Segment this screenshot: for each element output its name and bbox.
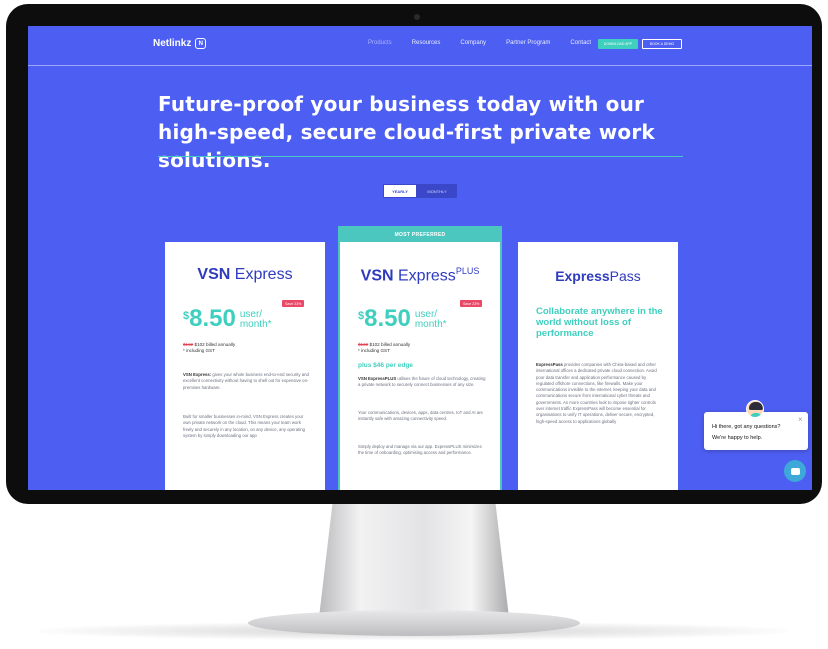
price-amount: 8.50 <box>189 305 236 332</box>
plan-card-vsn-express: VSN Express Save 23% $ 8.50 user/ month*… <box>165 242 325 490</box>
price-amount: 8.50 <box>364 305 411 332</box>
desc-bold: ExpressPass <box>536 362 563 367</box>
website-screen: Netlinkz N Products Resources Company Pa… <box>28 26 812 490</box>
monitor-bezel: Netlinkz N Products Resources Company Pa… <box>6 4 822 504</box>
close-icon[interactable]: × <box>798 415 803 424</box>
plan-title: VSN ExpressPLUS <box>340 266 500 285</box>
desc-bold: VSN ExpressPLUS <box>358 376 397 381</box>
plan-description-1: VSN Express: gives your whole business e… <box>183 372 311 391</box>
billing-info: $132 $102 billed annually * including GS… <box>358 342 410 354</box>
plan-description-2: Your communications, devices, apps, data… <box>358 410 483 422</box>
chat-message-line-1: Hi there, got any questions? <box>712 424 781 430</box>
logo-mark-icon: N <box>195 38 207 49</box>
nav-item-partner-program[interactable]: Partner Program <box>506 40 550 46</box>
nav-item-contact[interactable]: Contact <box>570 40 591 46</box>
plan-description-1: ExpressPass provides companies with Chin… <box>536 362 662 425</box>
gst-note: * including GST <box>183 348 215 353</box>
billing-info: $132 $102 billed annually * including GS… <box>183 342 235 354</box>
billed-annual: $102 billed annually <box>369 342 411 347</box>
plan-title-bold: VSN <box>197 266 231 283</box>
plan-title: VSN Express <box>165 266 325 284</box>
brand-logo[interactable]: Netlinkz N <box>153 38 207 49</box>
plan-title-rest: Express <box>230 266 293 283</box>
chat-launcher-button[interactable] <box>784 460 806 482</box>
billed-original: $132 <box>358 342 369 347</box>
monitor-stand-base <box>248 610 580 636</box>
billing-toggle: YEARLY MONTHLY <box>383 184 457 198</box>
nav-item-company[interactable]: Company <box>460 40 486 46</box>
agent-avatar <box>746 400 764 418</box>
toggle-yearly[interactable]: YEARLY <box>384 185 416 197</box>
price-unit: user/ month* <box>239 309 272 330</box>
plan-title: ExpressPass <box>518 268 678 284</box>
price-unit: user/ month* <box>414 309 447 330</box>
billed-annual: $102 billed annually <box>194 342 236 347</box>
hero-heading: Future-proof your business today with ou… <box>158 92 655 172</box>
plan-description-3: Simply deploy and manage via our app. Ex… <box>358 444 482 456</box>
plan-card-expresspass: ExpressPass Collaborate anywhere in the … <box>518 242 678 490</box>
desc-bold: VSN Express: <box>183 372 212 377</box>
desc-text: provides companies with China-based and … <box>536 362 657 424</box>
webcam-icon <box>414 14 420 20</box>
plan-description-1: VSN ExpressPLUS utilises the future of c… <box>358 376 486 389</box>
plan-title-sup: PLUS <box>455 266 480 276</box>
chat-bubble-icon <box>790 467 800 475</box>
plan-title-rest: Pass <box>609 268 641 284</box>
billed-original: $132 <box>183 342 194 347</box>
plan-price: $ 8.50 user/ month* <box>183 306 280 332</box>
gst-note: * including GST <box>358 348 390 353</box>
toggle-monthly[interactable]: MONTHLY <box>419 185 455 197</box>
plan-description-2: Built for smaller businesses in-mind, VS… <box>183 414 306 438</box>
plan-title-bold: Express <box>555 268 610 284</box>
chat-message-line-2: We're happy to help. <box>712 435 763 441</box>
plan-price: $ 8.50 user/ month* <box>358 306 455 332</box>
plan-card-vsn-express-plus: MOST PREFERRED VSN ExpressPLUS Save 23% … <box>338 226 502 490</box>
top-navigation: Netlinkz N Products Resources Company Pa… <box>28 26 812 66</box>
download-app-button[interactable]: DOWNLOAD APP <box>598 39 638 49</box>
nav-item-resources[interactable]: Resources <box>412 40 441 46</box>
plan-title-rest: Express <box>393 267 456 285</box>
hero-divider <box>158 156 683 157</box>
nav-item-products[interactable]: Products <box>368 40 392 46</box>
most-preferred-banner: MOST PREFERRED <box>340 228 500 242</box>
nav-links: Products Resources Company Partner Progr… <box>368 40 591 46</box>
monitor-stand-neck <box>318 496 510 626</box>
plan-title-bold: VSN <box>360 267 394 285</box>
plan-subtitle: Collaborate anywhere in the world withou… <box>536 306 663 339</box>
edge-price: plus $46 per edge <box>358 362 413 369</box>
save-badge: Save 23% <box>282 300 305 307</box>
brand-name: Netlinkz <box>153 38 192 49</box>
save-badge: Save 23% <box>460 300 483 307</box>
book-demo-button[interactable]: BOOK A DEMO <box>642 39 682 49</box>
